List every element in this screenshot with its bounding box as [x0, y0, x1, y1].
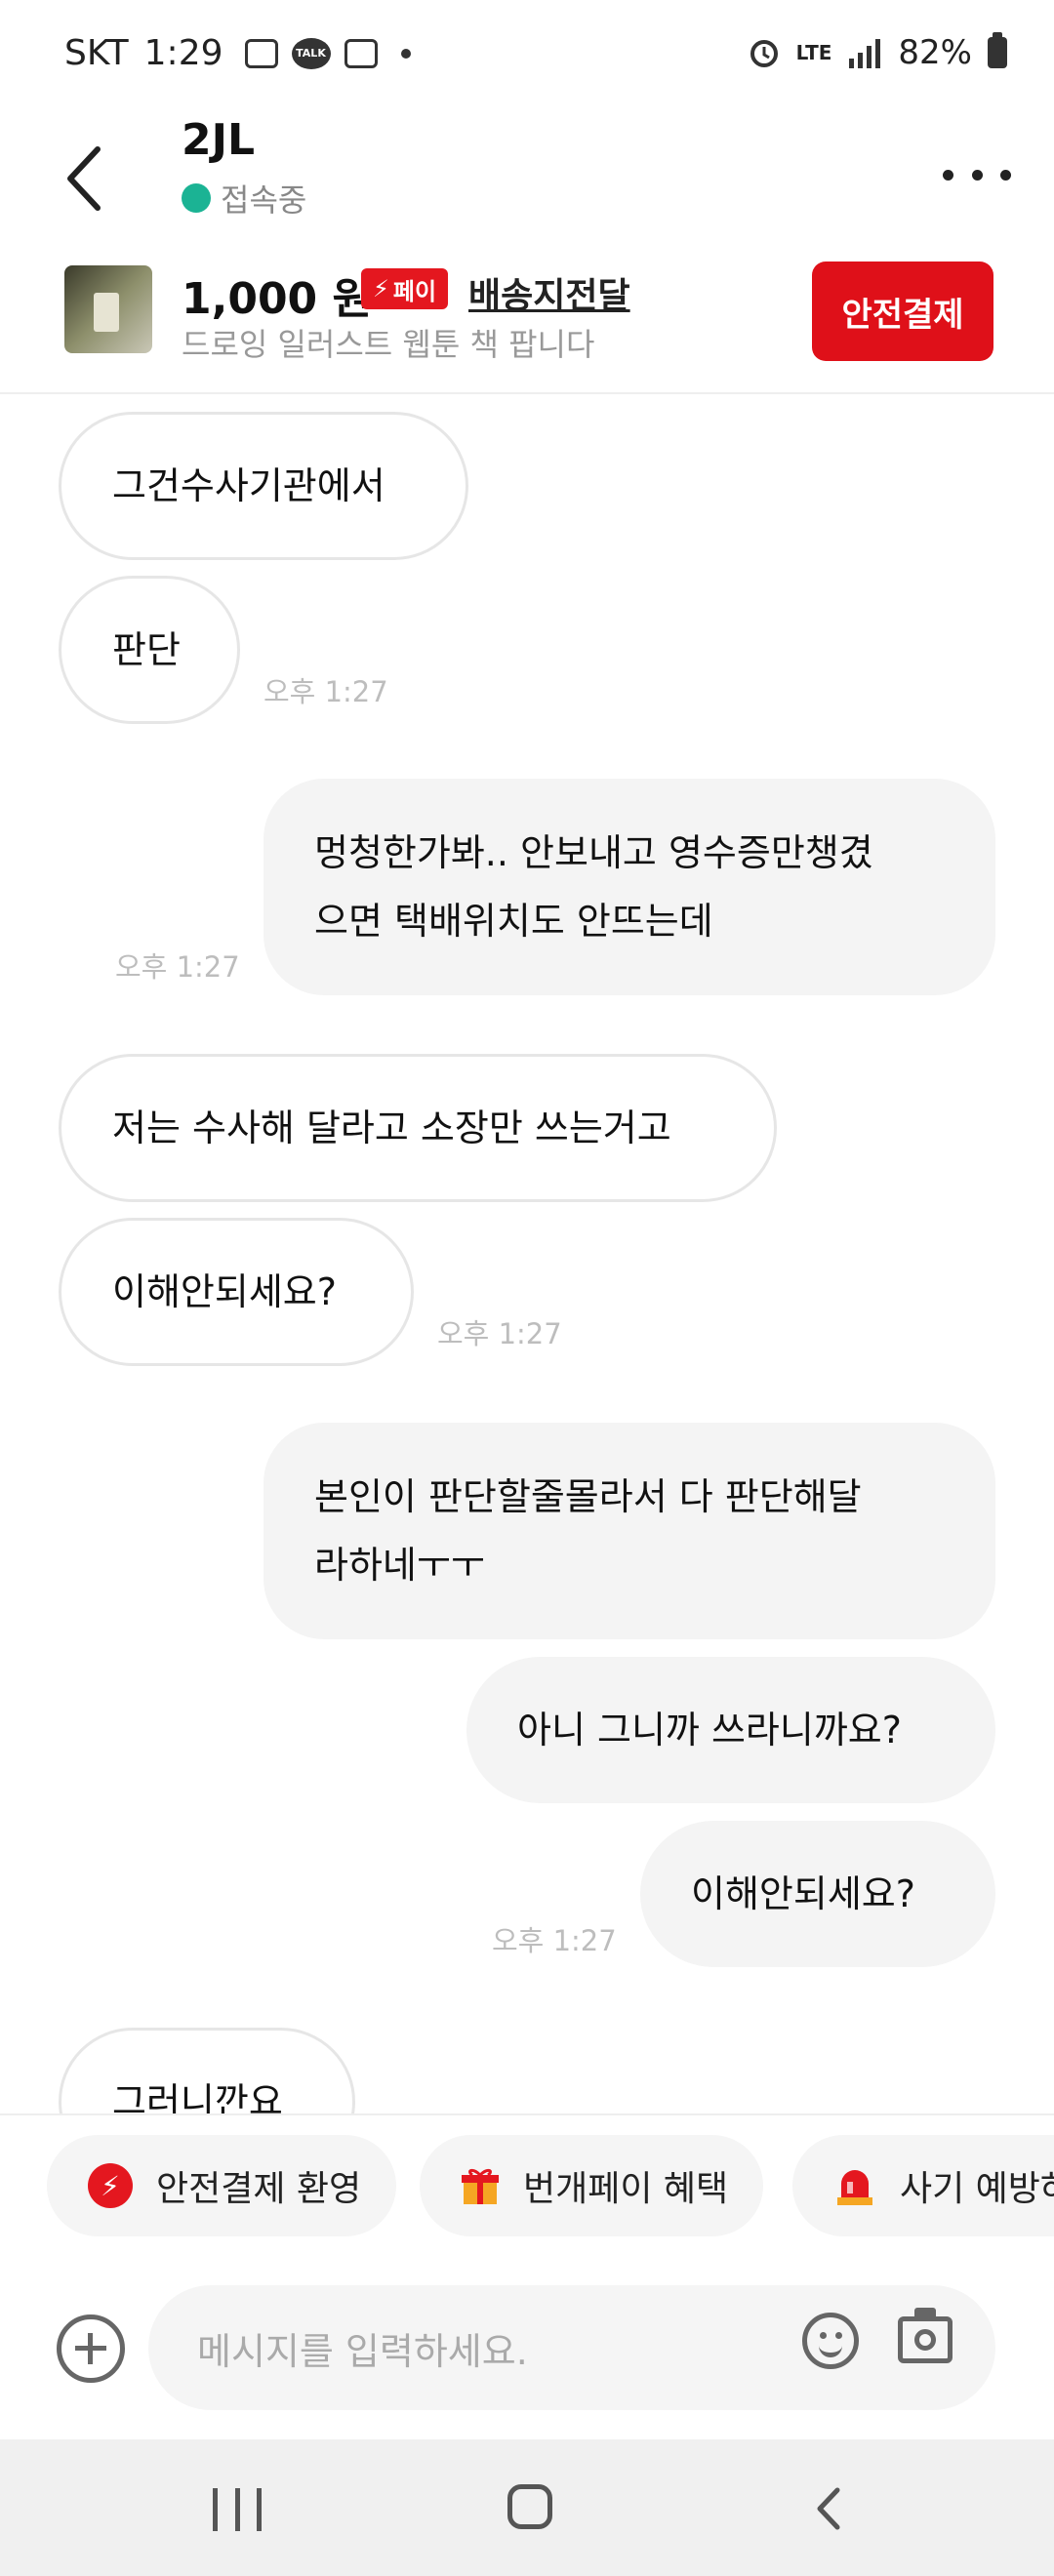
chip-fraud-prevention[interactable]: 사기 예방하 [792, 2135, 1054, 2236]
recent-apps-icon[interactable] [213, 2488, 262, 2531]
chip-label: 안전결제 환영 [156, 2169, 362, 2209]
message-time: 오후 1:27 [264, 675, 388, 708]
message-bubble-outgoing: 아니 그니까 쓰라니까요? [466, 1657, 995, 1803]
bolt-icon: ⚡ [373, 275, 389, 302]
add-attachment-icon[interactable] [57, 2314, 125, 2383]
message-bubble-incoming: 그건수사기관에서 [59, 412, 468, 560]
message-bubble-outgoing: 멍청한가봐.. 안보내고 영수증만챙겼 으면 택배위치도 안뜨는데 [264, 779, 995, 995]
carrier: SKT [64, 33, 129, 73]
chip-label: 번개페이 혜택 [523, 2169, 729, 2209]
message-bubble-incoming: 저는 수사해 달라고 소장만 쓰는거고 [59, 1054, 777, 1202]
home-icon[interactable] [507, 2484, 552, 2529]
message-bubble-incoming: 그러니깐요 [59, 2028, 355, 2113]
back-arrow-icon[interactable] [59, 135, 117, 222]
message-text: 저는 수사해 달라고 소장만 쓰는거고 [112, 1107, 671, 1149]
product-thumbnail[interactable] [64, 265, 152, 353]
message-text: 판단 [112, 628, 181, 671]
message-text: 그러니깐요 [112, 2080, 283, 2113]
status-bar: SKT 1:29 TALK LTE 82% [0, 0, 1054, 115]
camera-icon[interactable] [898, 2308, 953, 2363]
message-text: 이해안되세요? [112, 1270, 337, 1313]
message-input-placeholder: 메시지를 입력하세요. [197, 2329, 528, 2373]
message-time: 오후 1:27 [492, 1924, 617, 1957]
message-text: 본인이 판단할줄몰라서 다 판단해달 라하네ㅜㅜ [314, 1475, 862, 1587]
status-bar-right: LTE 82% [748, 32, 1007, 72]
online-status: 접속중 [182, 176, 306, 221]
emoji-icon[interactable] [802, 2313, 859, 2369]
status-bar-left: SKT 1:29 TALK [64, 33, 411, 73]
safe-payment-button[interactable]: 안전결제 [812, 262, 993, 361]
voicemail-icon [344, 38, 378, 68]
message-bubble-incoming: 판단 [59, 576, 240, 724]
more-notifications-dot [400, 48, 411, 59]
chat-messages[interactable]: 그건수사기관에서 판단 오후 1:27 멍청한가봐.. 안보내고 영수증만챙겼 … [0, 396, 1054, 2113]
message-time: 오후 1:27 [437, 1317, 562, 1350]
online-dot-icon [182, 183, 211, 213]
product-bar[interactable]: 1,000 원 ⚡ 페이 배송지전달 드로잉 일러스트 웹툰 책 팝니다 안전결… [0, 242, 1054, 394]
product-price: 1,000 원 [182, 274, 372, 324]
siren-icon [837, 2170, 872, 2205]
chip-safe-payment[interactable]: ⚡ 안전결제 환영 [47, 2135, 397, 2236]
quick-chips[interactable]: ⚡ 안전결제 환영 번개페이 혜택 사기 예방하 [0, 2113, 1054, 2256]
shipping-address-link[interactable]: 배송지전달 [468, 267, 630, 318]
message-bubble-outgoing: 본인이 판단할줄몰라서 다 판단해달 라하네ㅜㅜ [264, 1423, 995, 1639]
system-back-icon[interactable] [810, 2484, 849, 2533]
product-description: 드로잉 일러스트 웹툰 책 팝니다 [182, 326, 595, 363]
chat-title: 2JL [182, 115, 256, 165]
chat-header: 2JL 접속중 [0, 115, 1054, 242]
signal-icon [849, 39, 881, 68]
notification-icons: TALK [244, 37, 411, 69]
chip-label: 사기 예방하 [900, 2169, 1054, 2209]
network-type: LTE [795, 41, 832, 64]
gallery-icon [244, 38, 278, 68]
message-bubble-outgoing: 이해안되세요? [640, 1821, 995, 1967]
bolt-icon: ⚡ [88, 2163, 133, 2208]
clock: 1:29 [143, 33, 223, 73]
message-text: 이해안되세요? [691, 1872, 915, 1915]
kakaotalk-icon: TALK [291, 37, 331, 69]
more-options-icon[interactable] [943, 150, 1011, 199]
message-time: 오후 1:27 [115, 950, 240, 984]
message-text: 아니 그니까 쓰라니까요? [517, 1709, 902, 1751]
pay-badge: ⚡ 페이 [361, 268, 449, 309]
pay-badge-label: 페이 [392, 277, 437, 305]
message-input[interactable]: 메시지를 입력하세요. [148, 2285, 995, 2410]
input-bar: 메시지를 입력하세요. [0, 2256, 1054, 2439]
chip-pay-benefit[interactable]: 번개페이 혜택 [420, 2135, 764, 2236]
gift-icon [462, 2168, 499, 2204]
message-text: 멍청한가봐.. 안보내고 영수증만챙겼 으면 택배위치도 안뜨는데 [314, 831, 873, 943]
battery-percent: 82% [898, 33, 972, 72]
system-nav-bar [0, 2439, 1054, 2576]
online-status-label: 접속중 [221, 181, 307, 219]
message-text: 그건수사기관에서 [112, 464, 385, 507]
alarm-icon [750, 40, 778, 67]
message-bubble-incoming: 이해안되세요? [59, 1218, 414, 1366]
battery-icon [988, 32, 1007, 68]
